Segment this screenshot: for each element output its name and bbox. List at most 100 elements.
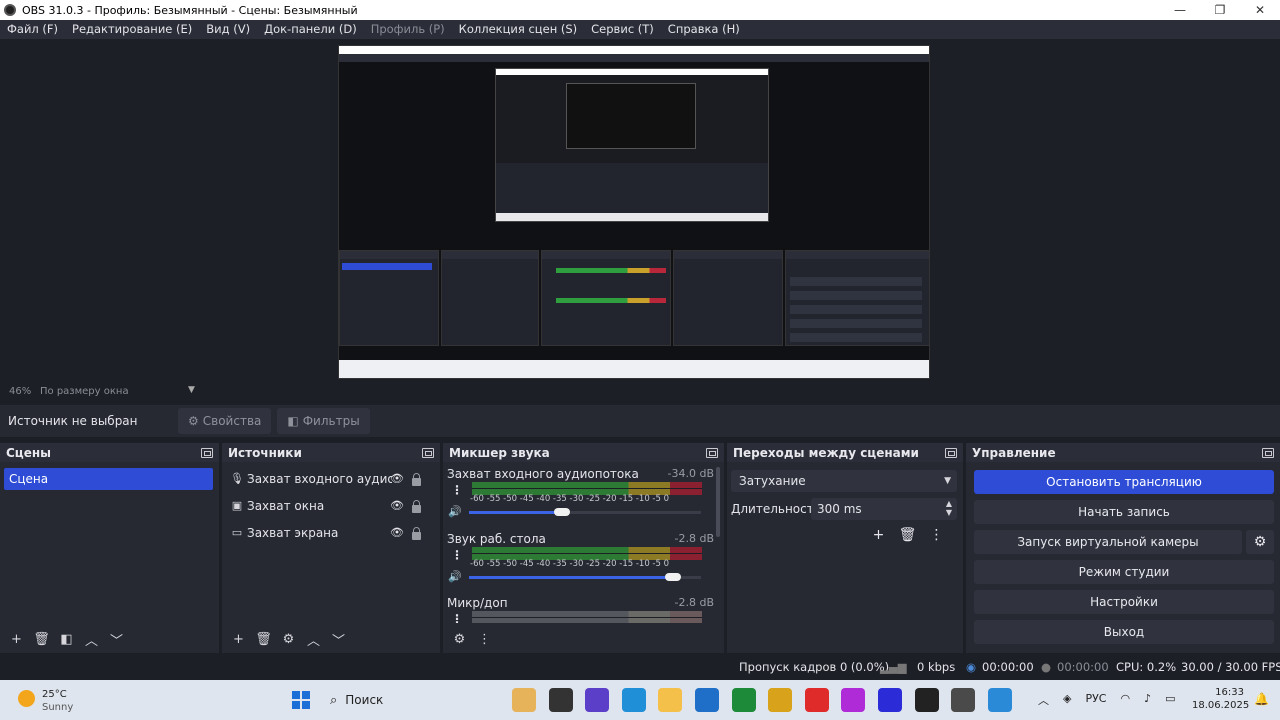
zoom-dropdown-icon[interactable]: ▼ — [188, 385, 195, 395]
move-up-button[interactable]: ︿ — [301, 630, 326, 649]
menu-item[interactable]: Док-панели (D) — [257, 20, 364, 39]
speaker-icon[interactable]: 🔊 — [448, 570, 462, 583]
undock-icon[interactable] — [945, 447, 957, 458]
menu-item[interactable]: Сервис (T) — [584, 20, 661, 39]
taskbar-app-icon[interactable] — [877, 688, 902, 712]
mixer-menu-button[interactable]: ⋮ — [472, 632, 497, 647]
transition-select[interactable]: Затухание ▼ — [731, 470, 957, 492]
taskbar-app-icon[interactable] — [694, 688, 719, 712]
speaker-icon[interactable]: ♪ — [1144, 692, 1151, 708]
menu-item[interactable]: Коллекция сцен (S) — [452, 20, 584, 39]
move-up-button[interactable]: ︿ — [79, 630, 104, 649]
mixer-scrollbar[interactable] — [716, 467, 720, 537]
remove-source-button[interactable]: 🗑 — [251, 632, 276, 647]
exit-button[interactable]: Выход — [974, 620, 1274, 644]
move-down-button[interactable]: ﹀ — [104, 630, 129, 649]
scenes-toolbar: + 🗑 ◧ ︿ ﹀ — [0, 625, 219, 653]
start-record-button[interactable]: Начать запись — [974, 500, 1274, 524]
scene-item[interactable]: Сцена — [4, 468, 213, 490]
search-label: Поиск — [345, 693, 384, 707]
remove-transition-button[interactable]: 🗑 — [893, 527, 922, 543]
no-source-label: Источник не выбран — [8, 414, 138, 428]
scene-filters-button[interactable]: ◧ — [54, 632, 79, 647]
properties-button[interactable]: ⚙ Свойства — [178, 408, 272, 434]
remove-scene-button[interactable]: 🗑 — [29, 632, 54, 647]
taskbar-app-icon[interactable] — [512, 688, 536, 712]
lock-icon[interactable] — [412, 473, 421, 486]
menu-item[interactable]: Файл (F) — [0, 20, 65, 39]
source-settings-button[interactable]: ⚙ — [276, 632, 301, 647]
menu-item[interactable]: Справка (H) — [661, 20, 747, 39]
move-down-button[interactable]: ﹀ — [326, 630, 351, 649]
bell-icon[interactable]: 🔔 — [1254, 692, 1269, 706]
zoom-mode[interactable]: По размеру окна — [40, 386, 129, 397]
taskbar-app-icon[interactable] — [658, 688, 683, 712]
taskbar-app-icon[interactable] — [768, 688, 793, 712]
taskbar-app-icon[interactable] — [914, 688, 939, 712]
duration-input[interactable]: 300 ms ▲ ▼ — [811, 498, 957, 520]
menu-item[interactable]: Профиль (P) — [364, 20, 452, 39]
taskbar-app-icon[interactable] — [585, 688, 610, 712]
record-time: 00:00:00 — [1057, 660, 1109, 674]
add-source-button[interactable]: + — [226, 632, 251, 647]
minimize-button[interactable]: — — [1160, 0, 1200, 20]
source-item-window-capture[interactable]: ▣ Захват окна 👁 — [222, 492, 440, 519]
studio-mode-button[interactable]: Режим студии — [974, 560, 1274, 584]
meter-scale: -60 -55 -50 -45 -40 -35 -30 -25 -20 -15 … — [470, 494, 670, 504]
taskbar-app-icon[interactable] — [548, 688, 573, 712]
lock-icon[interactable] — [412, 527, 421, 540]
wifi-icon[interactable]: ◠ — [1121, 692, 1131, 708]
speaker-icon[interactable]: 🔊 — [448, 505, 462, 518]
undock-icon[interactable] — [422, 447, 434, 458]
more-vert-icon[interactable]: ⋮ — [451, 483, 463, 497]
virtual-camera-settings-gear-icon[interactable]: ⚙ — [1246, 530, 1274, 554]
taskbar-app-icon[interactable] — [987, 688, 1012, 712]
language-indicator[interactable]: РУС — [1085, 692, 1106, 708]
menu-item[interactable]: Редактирование (E) — [65, 20, 199, 39]
taskbar-app-icon[interactable] — [804, 688, 829, 712]
source-item-audio-input[interactable]: 🎙 Захват входного аудиопотока 👁 — [222, 465, 440, 492]
taskbar-app-icon[interactable] — [621, 688, 646, 712]
volume-slider[interactable] — [469, 508, 701, 516]
eye-icon[interactable]: 👁 — [390, 526, 404, 539]
lock-icon[interactable] — [412, 500, 421, 513]
volume-slider[interactable] — [469, 573, 701, 581]
controls-dock-header: Управление — [966, 443, 1280, 462]
windows-start-icon[interactable] — [292, 691, 310, 709]
transition-menu-button[interactable]: ⋮ — [922, 527, 951, 543]
preview-canvas[interactable] — [338, 45, 930, 379]
add-transition-button[interactable]: + — [864, 527, 893, 543]
undock-icon[interactable] — [706, 447, 718, 458]
taskbar-app-icon[interactable] — [731, 688, 756, 712]
virtual-camera-button[interactable]: Запуск виртуальной камеры — [974, 530, 1242, 554]
more-vert-icon[interactable]: ⋮ — [451, 612, 463, 623]
taskbar-app-icon[interactable] — [951, 688, 976, 712]
window-controls: — ❐ ✕ — [1160, 0, 1280, 20]
preview-area[interactable] — [0, 39, 1280, 385]
battery-icon[interactable]: ▭ — [1165, 692, 1175, 708]
close-button[interactable]: ✕ — [1240, 0, 1280, 20]
spinner-icon[interactable]: ▲ ▼ — [946, 499, 952, 517]
source-item-screen-capture[interactable]: ▭ Захват экрана 👁 — [222, 519, 440, 546]
maximize-button[interactable]: ❐ — [1200, 0, 1240, 20]
taskbar-app-icon[interactable] — [841, 688, 866, 712]
source-name: Захват входного аудиопотока — [247, 471, 392, 486]
add-scene-button[interactable]: + — [4, 632, 29, 647]
undock-icon[interactable] — [201, 447, 213, 458]
network-icon[interactable]: ◈ — [1063, 692, 1071, 708]
more-vert-icon[interactable]: ⋮ — [451, 548, 463, 562]
menu-item[interactable]: Вид (V) — [199, 20, 257, 39]
chevron-up-icon[interactable]: ︿ — [1038, 692, 1049, 708]
stop-stream-button[interactable]: Остановить трансляцию — [974, 470, 1274, 494]
taskbar-search[interactable]: ⌕ Поиск — [330, 688, 500, 712]
taskbar-clock[interactable]: 16:33 18.06.2025 — [1192, 686, 1249, 712]
eye-icon[interactable]: 👁 — [390, 472, 404, 485]
eye-icon[interactable]: 👁 — [390, 499, 404, 512]
undock-icon[interactable] — [1262, 447, 1274, 458]
filter-icon: ◧ — [287, 414, 299, 428]
filters-button[interactable]: ◧ Фильтры — [277, 408, 370, 434]
mixer-settings-button[interactable]: ⚙ — [447, 632, 472, 647]
scenes-title: Сцены — [6, 445, 51, 460]
settings-button[interactable]: Настройки — [974, 590, 1274, 614]
record-icon: ● — [1041, 660, 1052, 674]
